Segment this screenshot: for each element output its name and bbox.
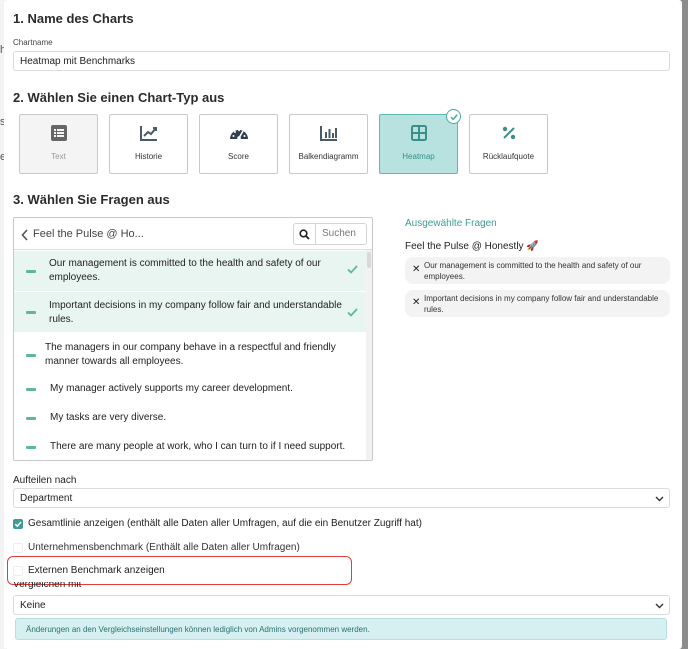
- total-line-label: Gesamtlinie anzeigen (enthält alle Daten…: [28, 518, 422, 529]
- selected-check-icon: [446, 109, 461, 124]
- question-item[interactable]: Important decisions in my company follow…: [14, 292, 366, 332]
- split-by-select[interactable]: Department: [13, 488, 670, 508]
- compare-with-select[interactable]: Keine: [13, 595, 670, 615]
- question-text: The managers in our company behave in a …: [45, 342, 336, 367]
- total-line-checkbox[interactable]: [13, 519, 23, 529]
- grid-icon: [380, 125, 457, 141]
- drag-handle-icon: [26, 354, 36, 357]
- survey-title: Feel the Pulse @ Ho...: [33, 228, 144, 240]
- chart-editor-modal: 1. Name des Charts Chartname Heatmap mit…: [4, 0, 682, 649]
- check-icon: [347, 265, 358, 279]
- chart-type-balkendiagramm[interactable]: Balkendiagramm: [289, 114, 368, 174]
- section-title-chart-type: 2. Wählen Sie einen Chart-Typ aus: [13, 90, 225, 105]
- question-picker-header: Feel the Pulse @ Ho... Suchen: [14, 218, 372, 250]
- chart-type-historie[interactable]: Historie: [109, 114, 188, 174]
- company-benchmark-checkbox[interactable]: [13, 543, 23, 553]
- bar-chart-icon: [290, 125, 367, 141]
- chart-type-label: Heatmap: [402, 152, 435, 161]
- selected-survey-name: Feel the Pulse @ Honestly 🚀: [405, 241, 539, 252]
- highlight-annotation: [7, 556, 352, 585]
- chart-type-text[interactable]: Text: [19, 114, 98, 174]
- remove-icon[interactable]: ✕: [412, 297, 420, 308]
- selected-question-text: Our management is committed to the healt…: [424, 261, 642, 281]
- section-title-questions: 3. Wählen Sie Fragen aus: [13, 192, 170, 207]
- selected-questions-header: Ausgewählte Fragen: [405, 218, 497, 229]
- question-item[interactable]: Our management is committed to the healt…: [14, 251, 366, 291]
- question-search[interactable]: Suchen: [293, 223, 367, 245]
- chevron-down-icon: [655, 601, 664, 612]
- chevron-left-icon[interactable]: [21, 228, 29, 246]
- question-text: My manager actively supports my career d…: [50, 383, 293, 394]
- list-icon: [20, 125, 97, 141]
- question-picker: Feel the Pulse @ Ho... Suchen Our manage…: [13, 217, 373, 461]
- chart-type-score[interactable]: Score: [199, 114, 278, 174]
- search-input[interactable]: Suchen: [322, 228, 356, 239]
- remove-icon[interactable]: ✕: [412, 264, 420, 275]
- company-benchmark-label: Unternehmensbenchmark (Enthält alle Date…: [28, 542, 300, 553]
- question-item[interactable]: The managers in our company behave in a …: [14, 335, 366, 375]
- check-icon: [347, 308, 358, 322]
- selected-question-text: Important decisions in my company follow…: [424, 294, 659, 314]
- compare-with-value: Keine: [20, 600, 46, 611]
- selected-question-chip: ✕ Important decisions in my company foll…: [405, 290, 670, 317]
- split-by-value: Department: [20, 493, 73, 504]
- trend-chart-icon: [110, 125, 187, 141]
- question-text: Our management is committed to the healt…: [49, 258, 321, 283]
- chartname-label: Chartname: [13, 38, 53, 47]
- percent-icon: [470, 125, 547, 141]
- question-item[interactable]: My tasks are very diverse.: [14, 407, 366, 429]
- search-icon: [294, 224, 316, 244]
- question-list-scrollbar[interactable]: [366, 250, 372, 460]
- chartname-input[interactable]: Heatmap mit Benchmarks: [13, 51, 670, 71]
- chart-type-label: Balkendiagramm: [298, 152, 359, 161]
- info-alert: Änderungen an den Vergleichseinstellunge…: [15, 618, 667, 640]
- chart-type-label: Historie: [134, 152, 163, 161]
- chart-type-label: Score: [228, 152, 249, 161]
- drag-handle-icon: [26, 311, 36, 314]
- section-title-chart-name: 1. Name des Charts: [13, 11, 134, 26]
- split-by-label: Aufteilen nach: [13, 475, 77, 486]
- gauge-icon: [200, 125, 277, 141]
- drag-handle-icon: [26, 388, 36, 391]
- question-item[interactable]: My manager actively supports my career d…: [14, 378, 366, 400]
- question-text: Important decisions in my company follow…: [49, 300, 342, 325]
- question-text: There are many people at work, who I can…: [50, 441, 346, 452]
- chart-type-heatmap[interactable]: Heatmap: [379, 114, 458, 174]
- question-text: My tasks are very diverse.: [50, 412, 167, 423]
- compare-with-label: Vergleichen mit: [13, 582, 82, 590]
- chart-type-ruecklaufquote[interactable]: Rücklaufquote: [469, 114, 548, 174]
- selected-question-chip: ✕ Our management is committed to the hea…: [405, 257, 670, 284]
- drag-handle-icon: [26, 446, 36, 449]
- drag-handle-icon: [26, 270, 36, 273]
- question-item[interactable]: There are many people at work, who I can…: [14, 436, 366, 458]
- drag-handle-icon: [26, 417, 36, 420]
- chevron-down-icon: [655, 494, 664, 505]
- chart-type-label: Rücklaufquote: [482, 152, 535, 161]
- chart-type-label: Text: [51, 152, 66, 161]
